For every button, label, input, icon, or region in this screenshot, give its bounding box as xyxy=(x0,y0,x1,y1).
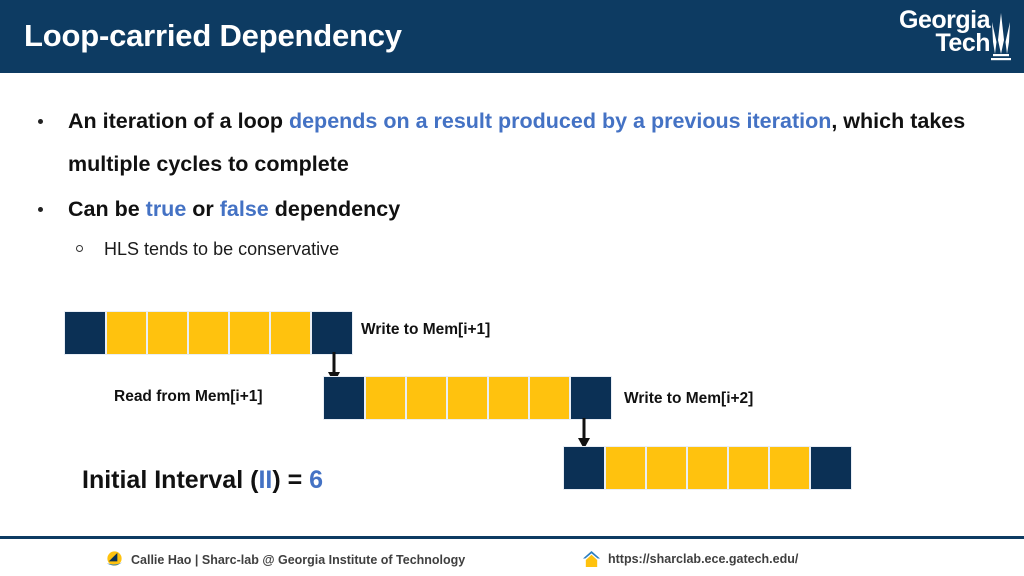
initial-interval-text: Initial Interval (II) = 6 xyxy=(82,466,323,495)
bullet-1-accent: depends on a result produced by a previo… xyxy=(288,109,832,133)
bar1-cell-2 xyxy=(106,311,147,355)
bullet-2-text-part3: dependency xyxy=(268,197,401,221)
bar2-cell-7 xyxy=(570,376,612,420)
bar2-cell-2 xyxy=(365,376,406,420)
label-read-mem-i-plus-1: Read from Mem[i+1] xyxy=(114,388,263,405)
bar1-cell-4 xyxy=(188,311,229,355)
bar1-cell-6 xyxy=(270,311,311,355)
iteration-bar-1 xyxy=(64,311,353,355)
slide: Loop-carried Dependency Georgia Tech An … xyxy=(0,0,1024,576)
sub-bullet-1-text: HLS tends to be conservative xyxy=(104,239,340,259)
bullet-list: An iteration of a loop depends on a resu… xyxy=(0,100,1024,267)
bar1-cell-3 xyxy=(147,311,188,355)
georgia-tech-tower-icon xyxy=(991,13,1011,61)
georgia-tech-logo: Georgia Tech xyxy=(868,8,990,56)
bullet-2-accent-false: false xyxy=(219,197,269,221)
footer-url-text[interactable]: https://sharclab.ece.gatech.edu/ xyxy=(608,552,798,566)
bullet-1-line: An iteration of a loop depends on a resu… xyxy=(0,100,1024,186)
bar3-cell-5 xyxy=(728,446,769,490)
bar1-cell-1 xyxy=(64,311,106,355)
home-icon xyxy=(582,550,601,568)
bar3-cell-2 xyxy=(605,446,646,490)
bullet-2-accent-true: true xyxy=(145,197,187,221)
bar2-cell-3 xyxy=(406,376,447,420)
bullet-1-text-part1: An iteration of a loop xyxy=(68,109,289,133)
initial-interval-prefix: Initial Interval ( xyxy=(82,466,259,494)
bar3-cell-4 xyxy=(687,446,728,490)
sub-bullet-circle-icon xyxy=(76,245,83,252)
slide-footer: Callie Hao | Sharc-lab @ Georgia Institu… xyxy=(0,539,1024,576)
bullet-item-2: Can be true or false dependency xyxy=(0,188,1024,231)
bar3-cell-6 xyxy=(769,446,810,490)
bar3-cell-1 xyxy=(563,446,605,490)
initial-interval-value: 6 xyxy=(309,466,324,494)
bar1-cell-5 xyxy=(229,311,270,355)
sub-bullet-item-1: HLS tends to be conservative xyxy=(0,231,1024,267)
slide-header: Loop-carried Dependency Georgia Tech xyxy=(0,0,1024,73)
bar2-cell-4 xyxy=(447,376,488,420)
bar3-cell-3 xyxy=(646,446,687,490)
georgia-tech-logo-line2: Tech xyxy=(935,29,991,57)
footer-author-text: Callie Hao | Sharc-lab @ Georgia Institu… xyxy=(131,552,466,567)
bullet-dot-icon xyxy=(38,207,43,212)
footer-author-block: Callie Hao | Sharc-lab @ Georgia Institu… xyxy=(105,550,465,569)
footer-url-block[interactable]: https://sharclab.ece.gatech.edu/ xyxy=(582,550,798,568)
bullet-2-text-part2: or xyxy=(186,197,220,221)
page-title: Loop-carried Dependency xyxy=(24,18,402,53)
iteration-bar-2 xyxy=(323,376,612,420)
label-write-mem-i-plus-1: Write to Mem[i+1] xyxy=(361,321,491,338)
bullet-2-text-part1: Can be xyxy=(68,197,146,221)
label-write-mem-i-plus-2: Write to Mem[i+2] xyxy=(624,390,754,407)
bar3-cell-7 xyxy=(810,446,852,490)
bar2-cell-5 xyxy=(488,376,529,420)
initial-interval-middle: ) = xyxy=(272,466,310,494)
initial-interval-abbrev: II xyxy=(258,466,273,494)
bar2-cell-1 xyxy=(323,376,365,420)
bar2-cell-6 xyxy=(529,376,570,420)
bar1-cell-7 xyxy=(311,311,353,355)
pipeline-diagram: Write to Mem[i+1] Read from Mem[i+1] Wri… xyxy=(0,0,1024,576)
bullet-item-1: An iteration of a loop depends on a resu… xyxy=(0,100,1024,186)
sharc-lab-logo xyxy=(106,551,123,566)
bullet-2-line: Can be true or false dependency xyxy=(0,188,1024,231)
bullet-dot-icon xyxy=(38,119,43,124)
iteration-bar-3 xyxy=(563,446,852,490)
